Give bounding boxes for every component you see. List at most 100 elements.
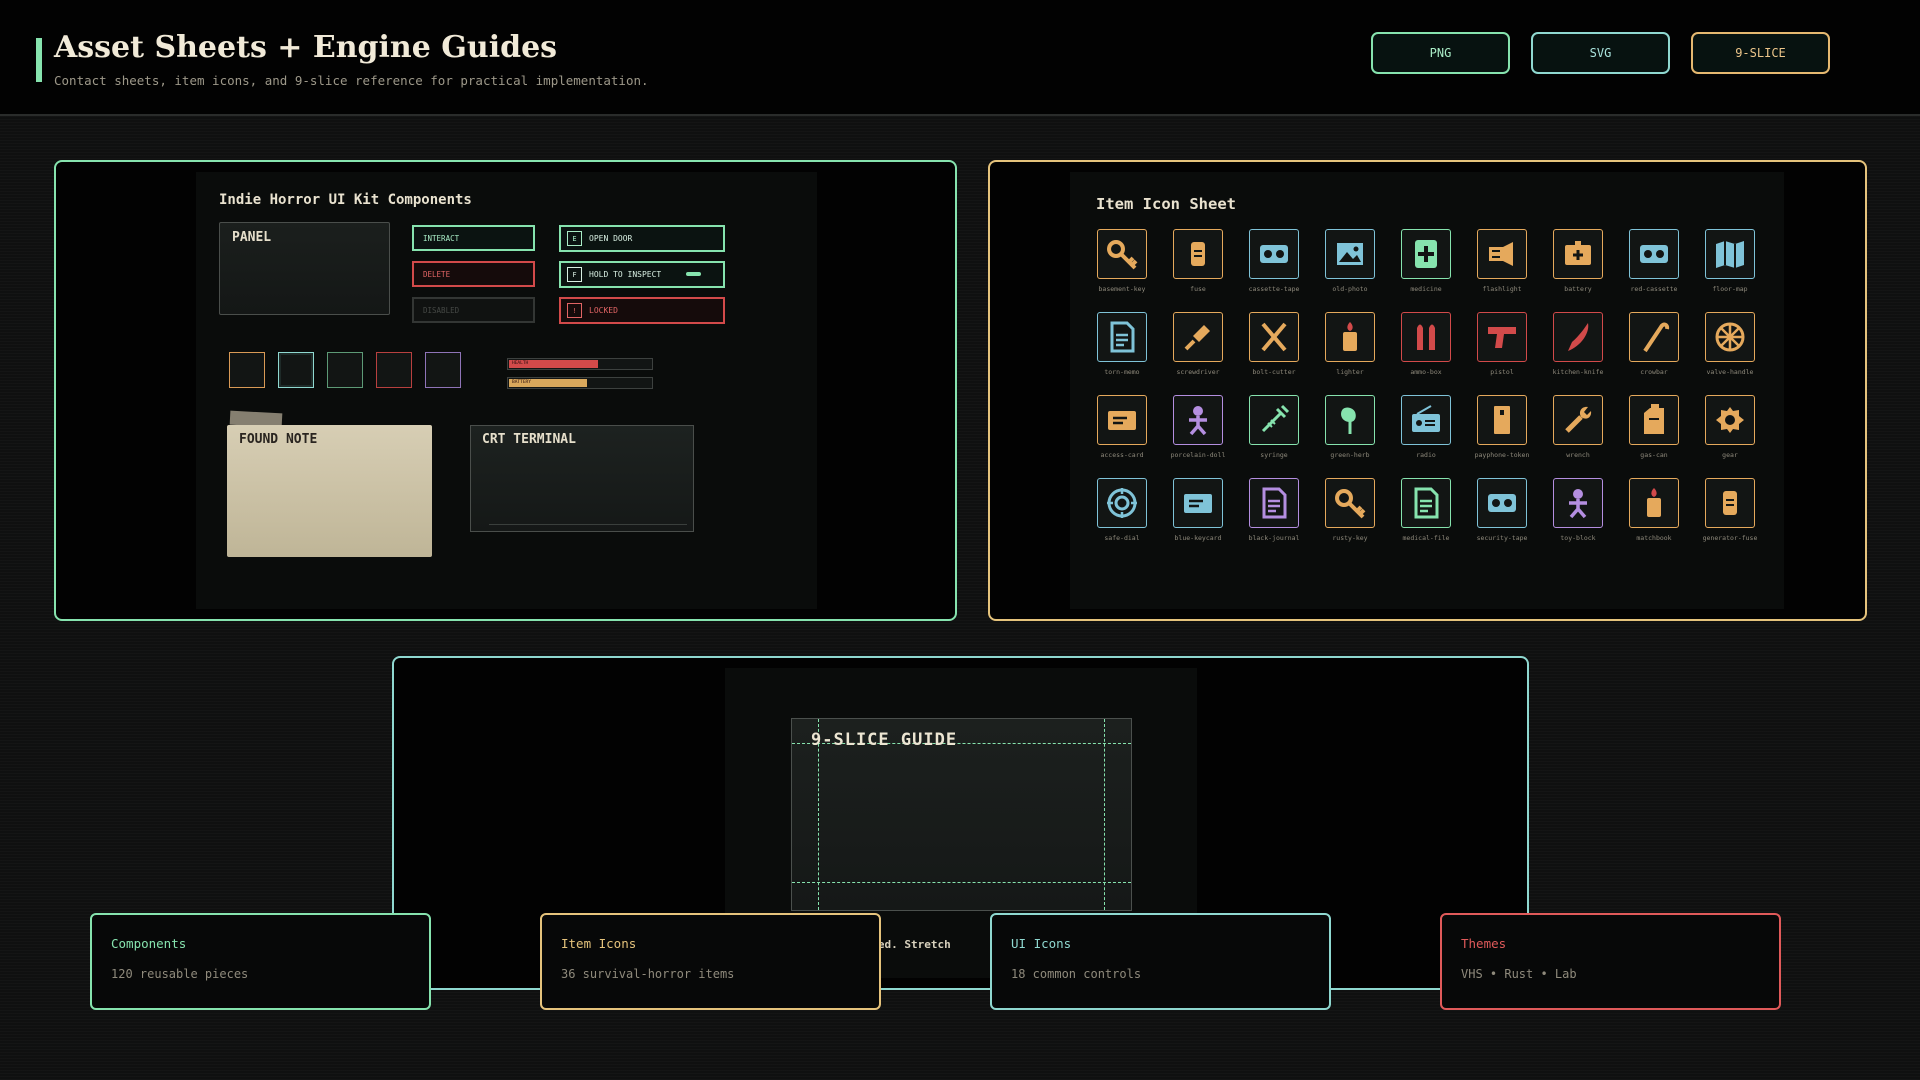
icon-cell-valve-handle[interactable]: valve-handle [1688,312,1764,392]
icon-cell-safe-dial[interactable]: safe-dial [1080,478,1156,558]
key-e-icon: E [567,231,582,246]
icon-label: pistol [1490,368,1514,376]
icon-cell-medicine[interactable]: medicine [1384,229,1460,309]
icon-label: gear [1722,451,1738,459]
icon-cell-screwdriver[interactable]: screwdriver [1156,312,1232,392]
icon-cell-gas-can[interactable]: gas-can [1612,395,1688,475]
icon-cell-black-journal[interactable]: black-journal [1232,478,1308,558]
medicine-icon [1415,240,1437,268]
pistol-icon [1488,327,1516,348]
inventory-slot[interactable] [376,352,412,388]
old-photo-icon [1325,229,1375,279]
icon-cell-security-tape[interactable]: security-tape [1460,478,1536,558]
lighter-icon [1343,322,1357,351]
icon-label: gas-can [1640,451,1668,459]
icon-cell-kitchen-knife[interactable]: kitchen-knife [1536,312,1612,392]
inventory-slot[interactable] [229,352,265,388]
png-button[interactable]: PNG [1371,32,1510,74]
icon-cell-cassette-tape[interactable]: cassette-tape [1232,229,1308,309]
icon-label: payphone-token [1474,451,1530,459]
open-door-prompt[interactable]: E OPEN DOOR [559,225,725,252]
svg-button[interactable]: SVG [1531,32,1670,74]
icon-cell-toy-block[interactable]: toy-block [1536,478,1612,558]
icon-label: basement-key [1098,285,1146,293]
icon-cell-blue-keycard[interactable]: blue-keycard [1156,478,1232,558]
warning-icon: ! [567,303,582,318]
icon-cell-radio[interactable]: radio [1384,395,1460,475]
icon-cell-bolt-cutter[interactable]: bolt-cutter [1232,312,1308,392]
cutter-icon [1261,322,1287,352]
radio-icon [1412,405,1440,432]
found-note: FOUND NOTE [227,425,432,557]
radio-icon [1401,395,1451,445]
inventory-slot[interactable] [425,352,461,388]
locked-label: LOCKED [589,306,618,315]
tape-icon [1640,245,1668,263]
icon-cell-floor-map[interactable]: floor-map [1688,229,1764,309]
icon-cell-torn-memo[interactable]: torn-memo [1080,312,1156,392]
icon-cell-porcelain-doll[interactable]: porcelain-doll [1156,395,1232,475]
fuse-icon [1173,229,1223,279]
icon-cell-fuse[interactable]: fuse [1156,229,1232,309]
porcelain-doll-icon [1173,395,1223,445]
inventory-slot[interactable] [327,352,363,388]
icon-cell-battery[interactable]: battery [1536,229,1612,309]
flashlight-icon [1477,229,1527,279]
knife-icon [1568,323,1589,351]
icon-cell-red-cassette[interactable]: red-cassette [1612,229,1688,309]
delete-button[interactable]: DELETE [412,261,535,287]
icon-label: access-card [1100,451,1144,459]
icon-label: safe-dial [1104,534,1140,542]
icon-cell-generator-fuse[interactable]: generator-fuse [1688,478,1764,558]
icon-cell-crowbar[interactable]: crowbar [1612,312,1688,392]
crowbar-icon [1643,322,1670,353]
stat-title: Themes [1461,936,1507,951]
panel-sample: PANEL [219,222,390,315]
floor-map-icon [1705,229,1755,279]
icon-cell-payphone-token[interactable]: payphone-token [1460,395,1536,475]
health-bar-fill: HEALTH [509,360,599,368]
icon-label: ammo-box [1410,368,1442,376]
interact-button[interactable]: INTERACT [412,225,535,251]
icon-cell-medical-file[interactable]: medical-file [1384,478,1460,558]
icon-cell-rusty-key[interactable]: rusty-key [1308,478,1384,558]
icon-cell-flashlight[interactable]: flashlight [1460,229,1536,309]
icon-cell-access-card[interactable]: access-card [1080,395,1156,475]
icon-label: toy-block [1560,534,1596,542]
inventory-slot-selected[interactable] [278,352,314,388]
icon-label: medical-file [1402,534,1450,542]
icon-cell-old-photo[interactable]: old-photo [1308,229,1384,309]
icon-label: matchbook [1636,534,1672,542]
icon-cell-wrench[interactable]: wrench [1536,395,1612,475]
security-tape-icon [1477,478,1527,528]
icon-sheet: Item Icon Sheet basement-key fuse cassette… [1070,172,1784,609]
icon-cell-syringe[interactable]: syringe [1232,395,1308,475]
stat-item-icons: Item Icons 36 survival-horror items [540,913,881,1010]
icon-cell-pistol[interactable]: pistol [1460,312,1536,392]
hold-to-inspect-prompt[interactable]: F HOLD TO INSPECT [559,261,725,288]
icon-label: kitchen-knife [1552,368,1604,376]
icon-label: green-herb [1330,451,1370,459]
icon-cell-ammo-box[interactable]: ammo-box [1384,312,1460,392]
nine-slice-button[interactable]: 9-SLICE [1691,32,1830,74]
page-title: Asset Sheets + Engine Guides [54,30,558,65]
syringe-icon [1261,404,1290,433]
doc-icon [1262,487,1287,519]
icon-cell-basement-key[interactable]: basement-key [1080,229,1156,309]
rusty-key-icon [1325,478,1375,528]
payphone-token-icon [1477,395,1527,445]
pistol-icon [1477,312,1527,362]
icon-cell-green-herb[interactable]: green-herb [1308,395,1384,475]
icon-cell-matchbook[interactable]: matchbook [1612,478,1688,558]
icon-label: screwdriver [1176,368,1220,376]
black-journal-icon [1249,478,1299,528]
key-f-icon: F [567,267,582,282]
icon-cell-lighter[interactable]: lighter [1308,312,1384,392]
key-icon [1107,240,1138,270]
doll-icon [1189,406,1207,436]
lighter-icon [1647,488,1661,517]
locked-prompt[interactable]: ! LOCKED [559,297,725,324]
tape-icon [1260,245,1288,263]
stat-ui-icons: UI Icons 18 common controls [990,913,1331,1010]
icon-cell-gear[interactable]: gear [1688,395,1764,475]
